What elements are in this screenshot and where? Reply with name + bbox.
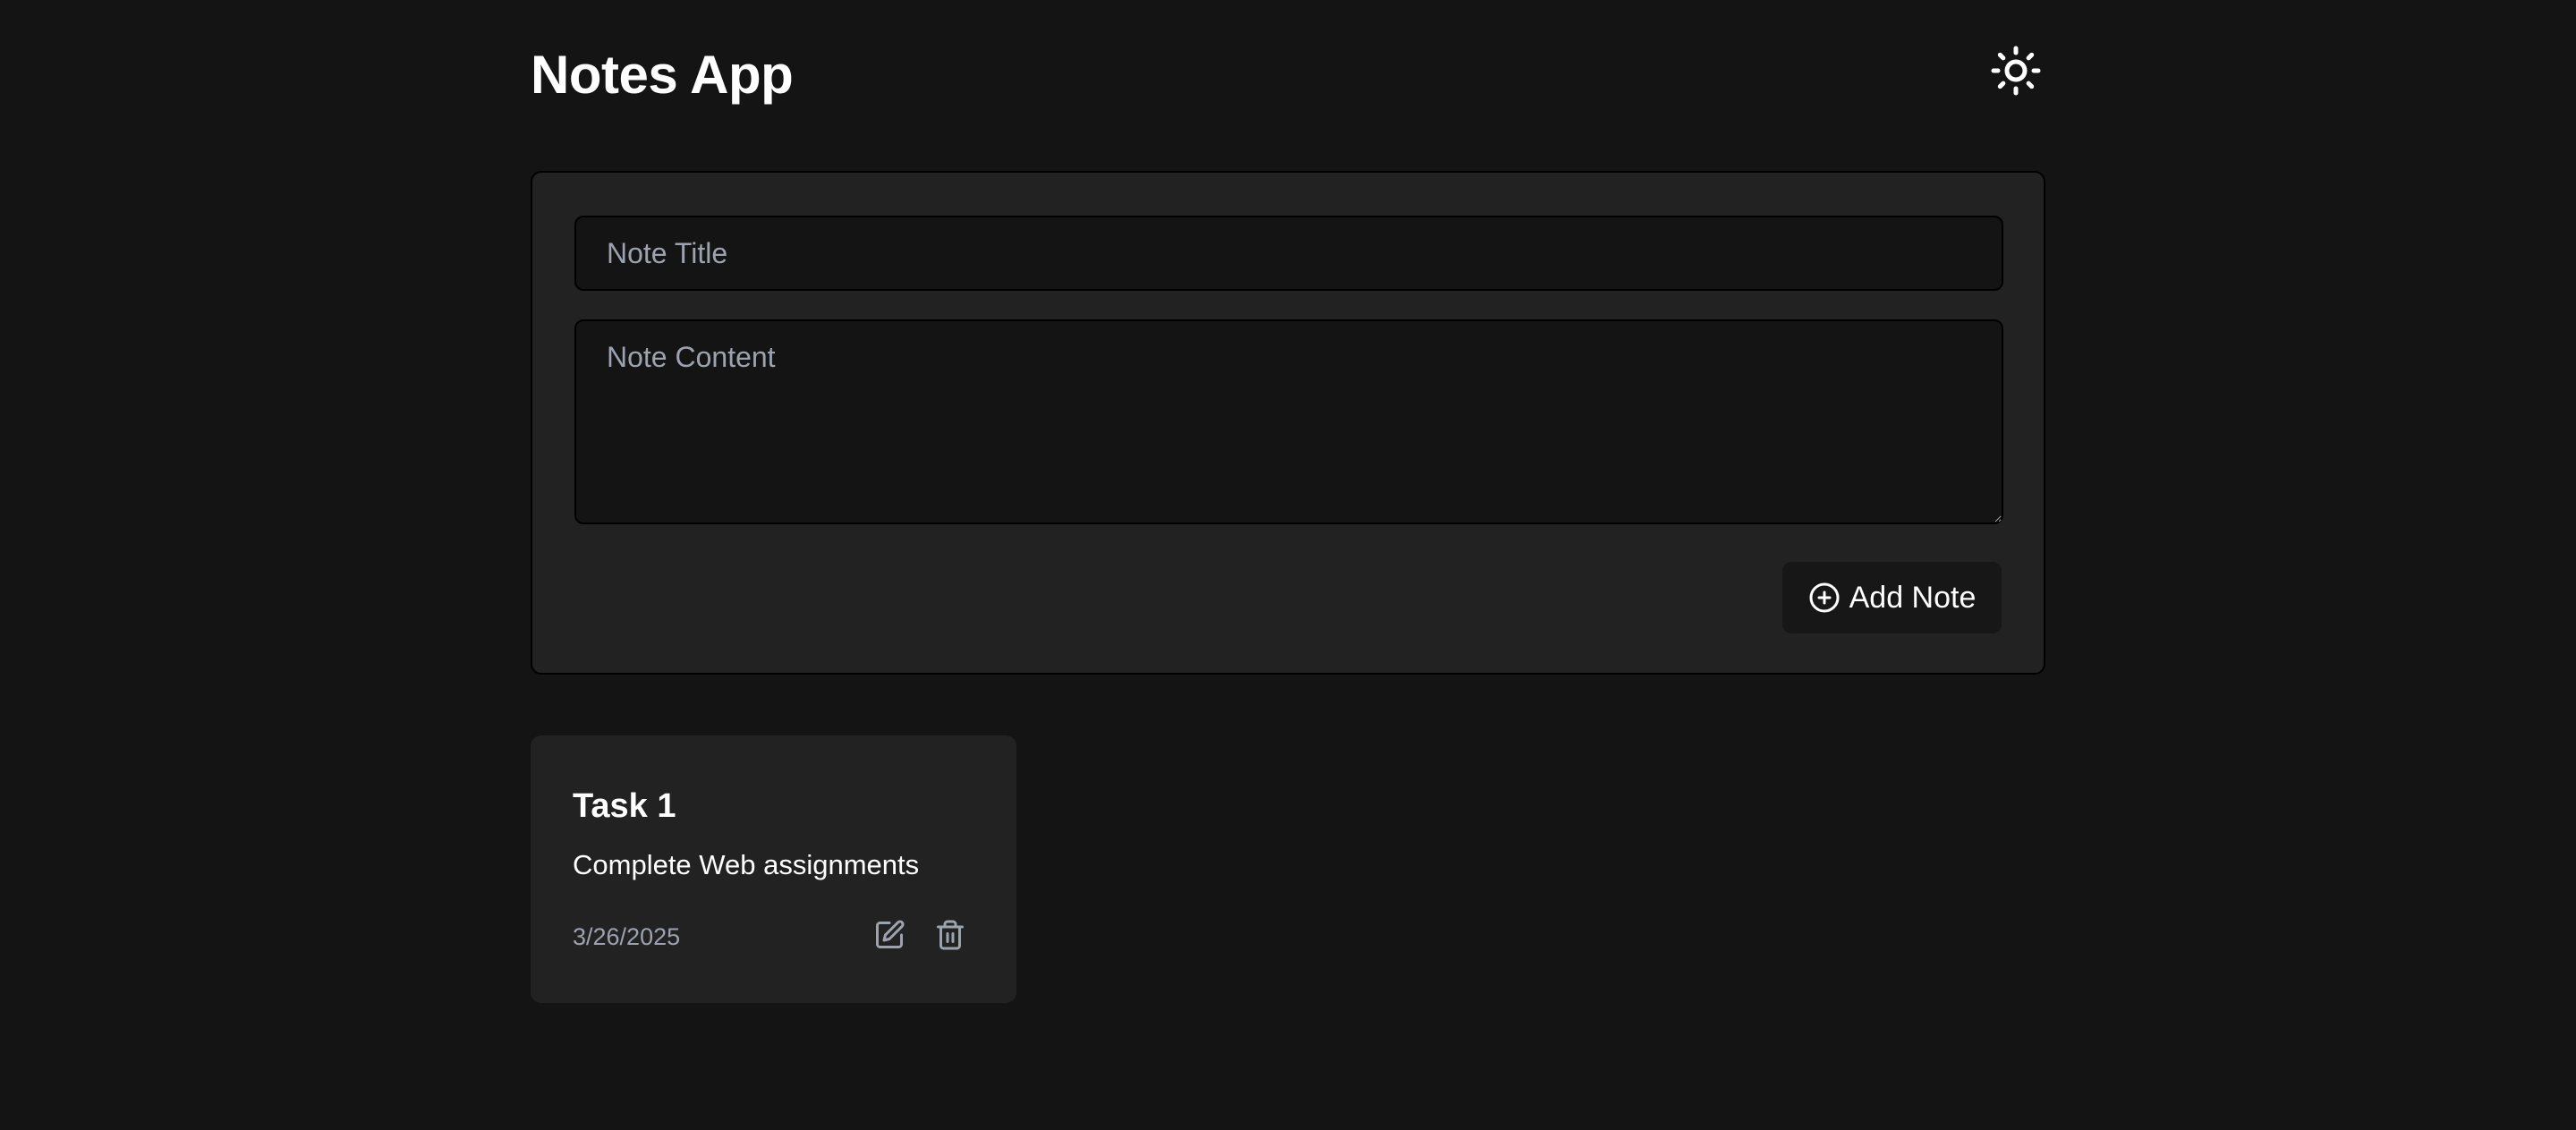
note-date: 3/26/2025	[573, 923, 681, 950]
note-title: Task 1	[573, 787, 676, 825]
notes-app: Notes App Note Title Note Content Add No…	[531, 0, 2047, 1003]
trash-icon	[934, 919, 966, 951]
edit-icon	[873, 919, 905, 951]
note-content: Complete Web assignments	[573, 849, 920, 880]
note-title-input[interactable]	[574, 216, 2003, 291]
note-actions	[871, 917, 968, 953]
delete-note-button[interactable]	[932, 917, 968, 953]
note-content-input[interactable]	[574, 319, 2003, 524]
header: Notes App	[531, 0, 2047, 152]
add-note-button[interactable]: Add Note	[1782, 562, 2002, 633]
edit-note-button[interactable]	[871, 917, 907, 953]
page-title: Notes App	[531, 45, 794, 105]
add-note-label: Add Note	[1849, 580, 1977, 615]
note-form: Add Note	[531, 171, 2045, 675]
note-card: Task 1 Complete Web assignments 3/26/202…	[531, 735, 1016, 1003]
theme-toggle-button[interactable]	[1985, 39, 2047, 102]
plus-circle-icon	[1808, 582, 1841, 614]
notes-list: Task 1 Complete Web assignments 3/26/202…	[531, 735, 1016, 1003]
sun-icon	[1989, 44, 2043, 98]
